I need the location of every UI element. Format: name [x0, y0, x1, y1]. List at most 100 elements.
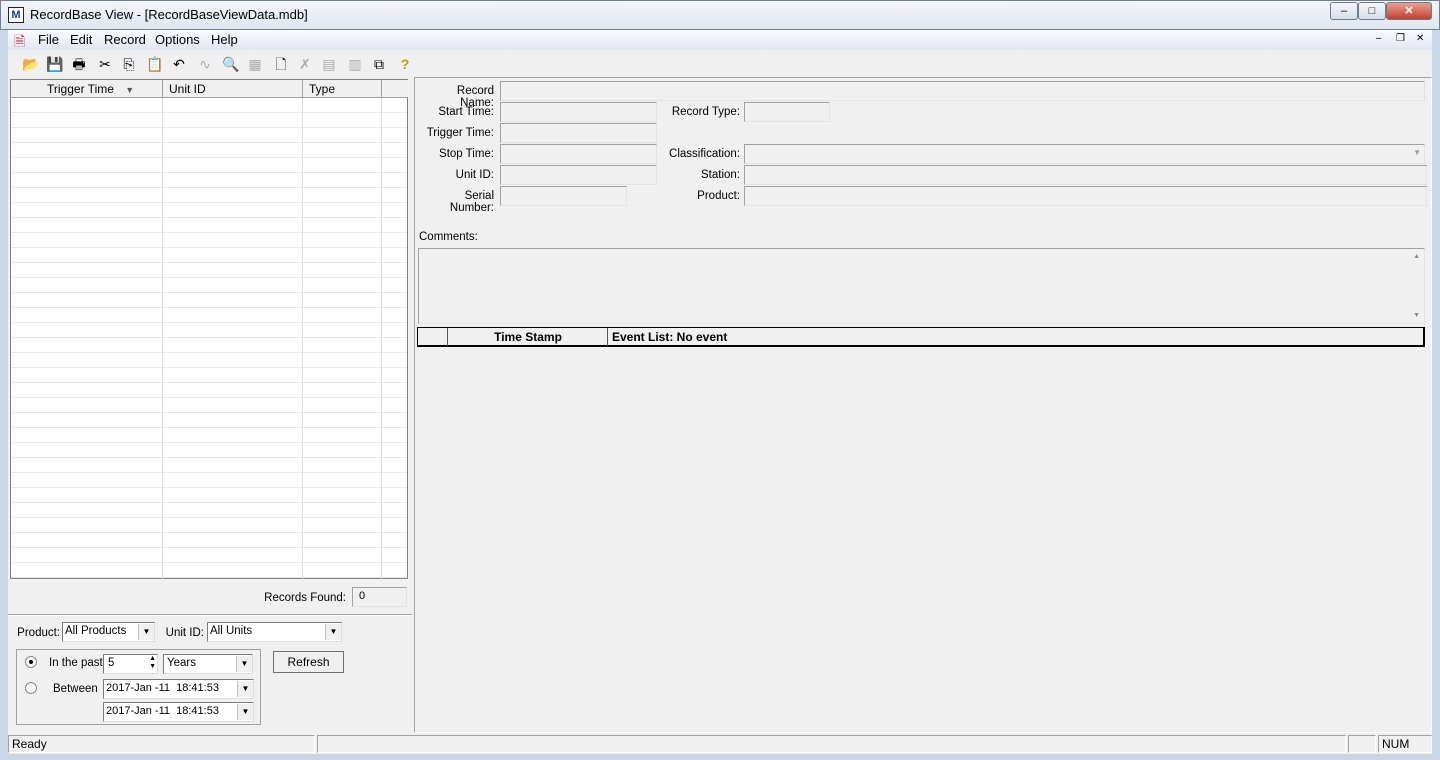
menu-options[interactable]: Options [151, 32, 204, 47]
column-trigger-time[interactable]: Trigger Time ▼ [11, 80, 163, 98]
comments-label: Comments: [419, 231, 478, 243]
menu-bar: 🗎 File Edit Record Options Help – ❐ ✕ [8, 30, 1432, 50]
column-label: Trigger Time [47, 82, 114, 96]
help-icon[interactable]: ? [394, 54, 416, 74]
spin-arrows-icon[interactable]: ▲ ▼ [149, 655, 156, 671]
stepper-value: 5 [108, 657, 115, 669]
classification-label: Classification: [669, 148, 740, 160]
chevron-down-icon[interactable]: ▼ [325, 624, 341, 640]
unit-filter-label: Unit ID: [165, 627, 204, 639]
undo-icon[interactable]: ↶ [168, 54, 190, 74]
delete-record-icon[interactable]: ✗ [294, 54, 316, 74]
product-filter-select[interactable]: All Products ▼ [62, 622, 155, 642]
divider [162, 98, 163, 580]
close-button[interactable]: ✕ [1386, 2, 1432, 20]
inspect-record-icon[interactable]: 🔍 [220, 54, 242, 74]
column-type[interactable]: Type [303, 80, 382, 98]
between-label: Between [53, 683, 98, 695]
station-field[interactable] [744, 165, 1427, 185]
waveform-icon[interactable]: ∿ [194, 54, 216, 74]
select-value: All Units [210, 625, 253, 637]
chevron-down-icon[interactable]: ▼ [236, 656, 252, 672]
between-start-picker[interactable]: 2017-Jan -11 18:41:53 ▼ [103, 679, 254, 699]
stop-time-field[interactable] [500, 144, 657, 164]
serial-number-label: Serial Number: [449, 190, 494, 214]
open-icon[interactable]: 📂 [20, 54, 42, 74]
in-past-label: In the past [49, 657, 103, 669]
chevron-down-icon[interactable]: ▼ [1413, 148, 1421, 157]
status-text: Ready [8, 735, 315, 753]
menu-record[interactable]: Record [100, 32, 150, 47]
menu-file[interactable]: File [34, 32, 63, 47]
start-time-label: Start Time: [438, 106, 494, 118]
in-past-radio[interactable] [25, 656, 37, 668]
chevron-down-icon[interactable]: ▼ [138, 624, 154, 640]
new-record-icon[interactable]: 🗋 [270, 54, 292, 74]
num-lock-indicator: NUM [1378, 735, 1432, 753]
scroll-down-icon[interactable]: ▼ [1413, 312, 1420, 319]
record-type-label: Record Type: [671, 106, 740, 118]
records-found-label: Records Found: [264, 592, 346, 604]
date-value: 2017-Jan -11 18:41:53 [106, 705, 219, 717]
column-event-list[interactable]: Event List: No event [612, 330, 727, 344]
copy-icon[interactable]: ⎘ [118, 54, 140, 74]
paste-icon[interactable]: 📋 [144, 54, 166, 74]
refresh-button[interactable]: Refresh [273, 651, 344, 673]
start-time-field[interactable] [500, 102, 657, 122]
status-pane [317, 735, 1346, 753]
record-type-field[interactable] [744, 102, 830, 122]
event-table-header: Time Stamp Event List: No event [417, 327, 1425, 347]
product-filter-label: Product: [17, 627, 60, 639]
status-pane [1348, 735, 1376, 753]
cut-icon[interactable]: ✂ [94, 54, 116, 74]
product-field[interactable] [744, 186, 1427, 206]
mdi-minimize-button[interactable]: – [1376, 33, 1382, 44]
record-list[interactable]: Trigger Time ▼ Unit ID Type [10, 79, 408, 580]
divider [607, 328, 608, 346]
app-icon[interactable]: M [8, 7, 24, 23]
divider [302, 98, 303, 580]
menu-edit[interactable]: Edit [66, 32, 96, 47]
between-radio[interactable] [25, 682, 37, 694]
station-label: Station: [701, 169, 740, 181]
unit-id-field[interactable] [500, 165, 657, 185]
select-value: Years [167, 657, 196, 669]
scroll-up-icon[interactable]: ▲ [1413, 253, 1420, 260]
export-record-icon[interactable]: ▦ [244, 54, 266, 74]
save-icon[interactable]: 💾 [44, 54, 66, 74]
unit-filter-select[interactable]: All Units ▼ [207, 622, 342, 642]
between-end-picker[interactable]: 2017-Jan -11 18:41:53 ▼ [103, 702, 254, 722]
mdi-close-button[interactable]: ✕ [1416, 33, 1424, 44]
print-icon[interactable]: 🖶 [68, 54, 90, 74]
select-value: All Products [65, 625, 127, 637]
comments-textarea[interactable]: ▲ ▼ [418, 248, 1425, 324]
chevron-down-icon[interactable]: ▼ [237, 681, 253, 697]
divider [8, 614, 412, 616]
menu-help[interactable]: Help [207, 32, 242, 47]
column-filler [382, 80, 408, 98]
column-unit-id[interactable]: Unit ID [163, 80, 303, 98]
chart-icon[interactable]: ▥ [344, 54, 366, 74]
mdi-restore-button[interactable]: ❐ [1396, 33, 1405, 44]
window-title: RecordBase View - [RecordBaseViewData.md… [30, 7, 308, 22]
chevron-down-icon[interactable]: ▼ [237, 704, 253, 720]
record-name-field[interactable] [500, 81, 1425, 101]
column-time-stamp[interactable]: Time Stamp [448, 330, 608, 344]
stop-time-label: Stop Time: [439, 148, 494, 160]
import-icon[interactable]: ⧉ [368, 54, 390, 74]
records-found-value: 0 [352, 587, 407, 607]
toolbar: 📂 💾 🖶 ✂ ⎘ 📋 ↶ ∿ 🔍 ▦ 🗋 ✗ ▤ ▥ ⧉? [8, 52, 1432, 76]
trigger-time-label: Trigger Time: [426, 127, 494, 139]
properties-icon[interactable]: ▤ [318, 54, 340, 74]
sort-desc-icon: ▼ [125, 85, 135, 95]
unit-id-label: Unit ID: [455, 169, 494, 181]
product-label: Product: [697, 190, 740, 202]
classification-field[interactable]: ▼ [744, 144, 1425, 164]
date-value: 2017-Jan -11 18:41:53 [106, 682, 219, 694]
maximize-button[interactable]: □ [1358, 2, 1386, 20]
minimize-button[interactable]: – [1330, 2, 1358, 20]
trigger-time-field[interactable] [500, 123, 657, 143]
in-past-unit-select[interactable]: Years ▼ [163, 654, 253, 674]
in-past-stepper[interactable]: 5 ▲ ▼ [103, 654, 158, 674]
serial-number-field[interactable] [500, 186, 627, 206]
